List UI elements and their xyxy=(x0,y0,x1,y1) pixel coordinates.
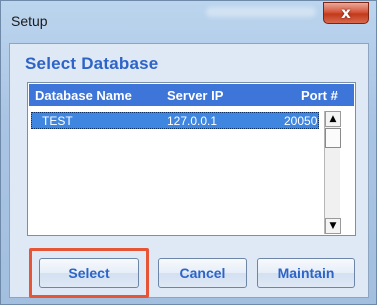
scroll-up-button[interactable]: ▲ xyxy=(325,111,341,127)
database-list[interactable]: Database Name Server IP Port # TEST 127.… xyxy=(27,82,356,236)
window-title: Setup xyxy=(11,13,48,29)
database-name-cell: TEST xyxy=(42,114,73,128)
column-header-database-name[interactable]: Database Name xyxy=(35,88,132,103)
vertical-scrollbar[interactable]: ▲ ▼ xyxy=(324,111,341,234)
port-cell: 20050 xyxy=(284,114,318,128)
close-icon: x xyxy=(341,4,351,22)
select-button[interactable]: Select xyxy=(39,258,139,288)
setup-dialog: Setup x Select Database Database Name Se… xyxy=(0,0,377,305)
maintain-button[interactable]: Maintain xyxy=(257,258,355,288)
chevron-up-icon: ▲ xyxy=(329,114,337,124)
server-ip-cell: 127.0.0.1 xyxy=(167,114,218,128)
column-header-port[interactable]: Port # xyxy=(301,88,338,103)
column-header-server-ip[interactable]: Server IP xyxy=(167,88,223,103)
cancel-button[interactable]: Cancel xyxy=(158,258,247,288)
close-button[interactable]: x xyxy=(323,2,369,24)
title-bar[interactable]: Setup x xyxy=(1,1,376,39)
list-header: Database Name Server IP Port # xyxy=(29,84,354,106)
scrollbar-thumb[interactable] xyxy=(325,128,341,148)
section-heading: Select Database xyxy=(25,54,159,73)
chevron-down-icon: ▼ xyxy=(329,221,337,231)
scroll-down-button[interactable]: ▼ xyxy=(325,218,341,234)
title-bar-blur xyxy=(206,7,316,17)
list-item[interactable]: TEST 127.0.0.1 20050 xyxy=(31,112,319,129)
